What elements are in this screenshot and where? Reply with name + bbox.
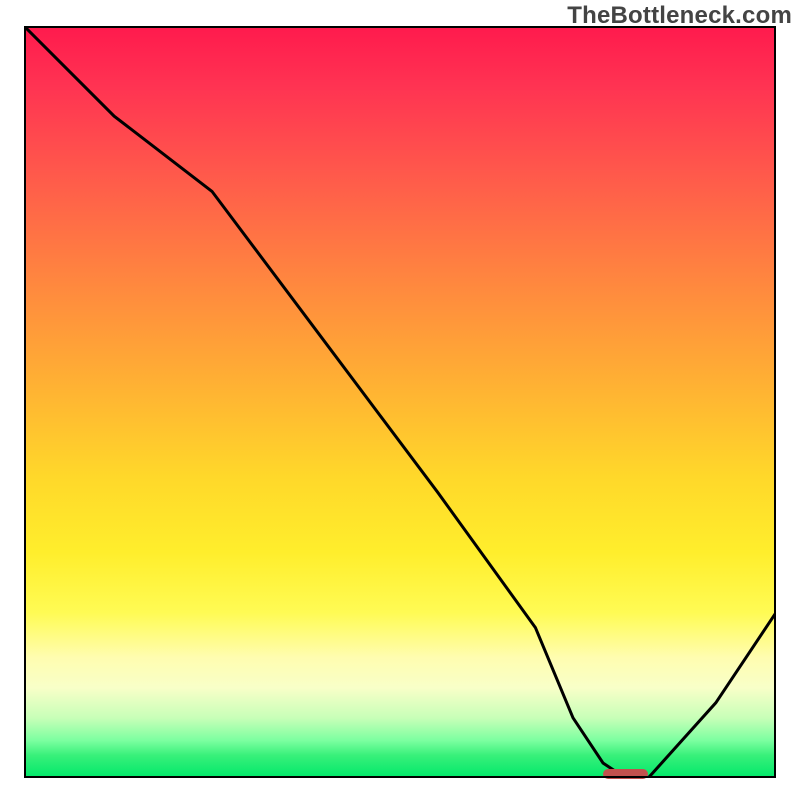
chart-root: TheBottleneck.com — [0, 0, 800, 800]
minimum-marker — [603, 769, 648, 779]
watermark-text: TheBottleneck.com — [567, 2, 792, 30]
bottleneck-curve — [24, 26, 776, 778]
plot-area — [24, 26, 776, 778]
